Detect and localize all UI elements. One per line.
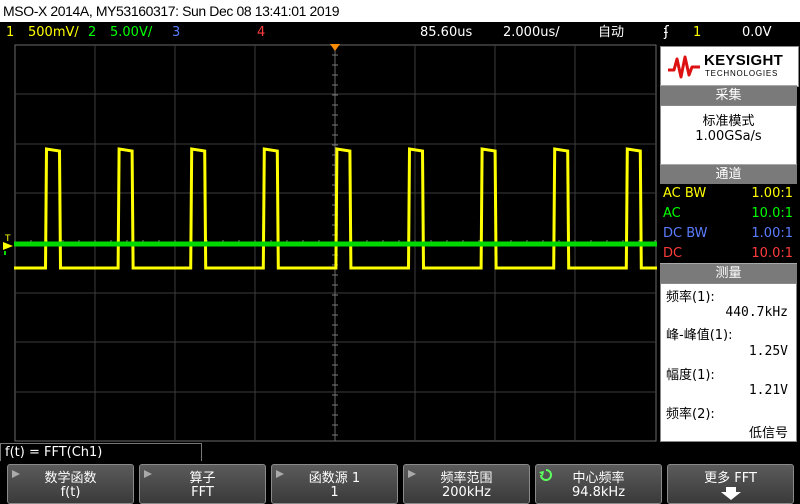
softkey-source-1[interactable]: 函数源 11	[271, 464, 398, 504]
measure-value-2: 1.25V	[748, 344, 788, 359]
trigger-edge-icon: ʄ	[664, 24, 669, 40]
measure-value-3: 1.21V	[748, 383, 788, 398]
softkey-math-function[interactable]: 数学函数 f(t)	[7, 464, 134, 504]
time-scale[interactable]: 2.000us/	[503, 22, 560, 43]
brand-subtitle: TECHNOLOGIES	[705, 69, 779, 78]
acquisition-box: 标准模式 1.00GSa/s	[660, 105, 797, 165]
title-text: MSO-X 2014A, MY53160317: Sun Dec 08 13:4…	[3, 3, 340, 19]
math-function-text: f(t) = FFT(Ch1)	[5, 445, 103, 460]
trigger-source[interactable]: 1	[693, 22, 701, 43]
waveform-display[interactable]	[14, 43, 657, 443]
keysight-logo-icon	[668, 55, 700, 79]
trigger-mode[interactable]: 自动	[598, 22, 624, 43]
measure-label-2: 峰-峰值(1):	[666, 328, 733, 343]
right-info-panel: KEYSIGHT TECHNOLOGIES 采集 标准模式 1.00GSa/s …	[660, 43, 800, 443]
channels-list: AC BW 1.00:1 AC 10.0:1 DC BW 1.00:1 DC 10.0:…	[663, 186, 793, 261]
acquisition-header[interactable]: 采集	[660, 85, 797, 105]
ch1-ground-marker[interactable]: T	[3, 233, 15, 259]
brand-name: KEYSIGHT	[704, 52, 784, 69]
measurements-box: 频率(1): 440.7kHz 峰-峰值(1): 1.25V 幅度(1): 1.…	[660, 283, 797, 442]
measure-label-4: 频率(2):	[666, 407, 715, 422]
softkey-bar: 数学函数 f(t) 算子 FFT 函数源 11 频率范围 200kHz 中心频率 94.…	[0, 461, 800, 504]
measure-label-3: 幅度(1):	[666, 368, 715, 383]
channels-header[interactable]: 通道	[660, 164, 797, 184]
ch3-number[interactable]: 3	[172, 22, 180, 43]
measure-value-1: 440.7kHz	[725, 305, 788, 320]
ch2-number[interactable]: 2	[88, 22, 96, 43]
brand-box: KEYSIGHT TECHNOLOGIES	[660, 46, 799, 87]
trigger-level[interactable]: 0.0V	[742, 22, 772, 43]
math-function-bar: f(t) = FFT(Ch1)	[0, 443, 202, 463]
ch2-scale[interactable]: 5.00V/	[110, 22, 152, 43]
sample-rate: 1.00GSa/s	[695, 129, 762, 144]
ch1-scale[interactable]: 500mV/	[28, 22, 79, 43]
channel-status-bar: 1 500mV/ 2 5.00V/ 3 4 85.60us 2.000us/ 自…	[0, 22, 800, 43]
measure-header[interactable]: 测量	[660, 263, 797, 283]
down-arrow-icon	[721, 487, 741, 500]
softkey-span[interactable]: 频率范围 200kHz	[403, 464, 530, 504]
time-delay[interactable]: 85.60us	[420, 22, 472, 43]
title-bar: MSO-X 2014A, MY53160317: Sun Dec 08 13:4…	[0, 0, 800, 22]
acquisition-mode: 标准模式	[702, 114, 755, 129]
measure-label-1: 频率(1):	[666, 290, 715, 305]
ch4-number[interactable]: 4	[257, 22, 265, 43]
softkey-operator[interactable]: 算子 FFT	[139, 464, 266, 504]
trigger-level-label: T	[4, 234, 11, 244]
softkey-more-fft[interactable]: 更多 FFT	[667, 464, 794, 504]
measure-value-4: 低信号	[748, 426, 788, 441]
ch1-number[interactable]: 1	[6, 22, 14, 43]
softkey-center-frequency[interactable]: 中心频率 94.8kHz	[535, 464, 662, 504]
